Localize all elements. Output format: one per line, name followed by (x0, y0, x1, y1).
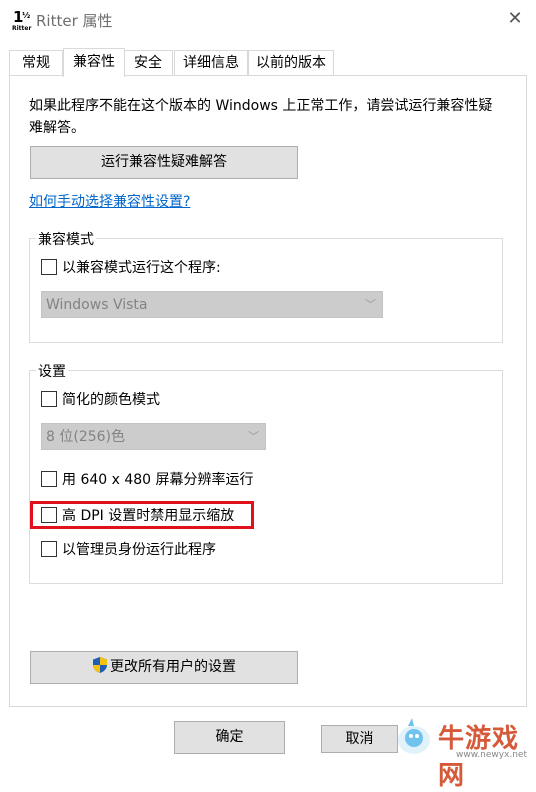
tab-security[interactable]: 安全 (123, 50, 173, 75)
settings-title: 设置 (36, 361, 68, 381)
all-users-label: 更改所有用户的设置 (110, 659, 236, 675)
compat-description: 如果此程序不能在这个版本的 Windows 上正常工作，请尝试运行兼容性疑难解答… (29, 98, 493, 136)
svg-text:Ritter: Ritter (12, 25, 31, 32)
res-640-option[interactable]: 用 640 x 480 屏幕分辨率运行 (41, 471, 254, 489)
run-as-admin-option[interactable]: 以管理员身份运行此程序 (41, 541, 216, 559)
compat-mode-checkbox[interactable] (41, 259, 57, 275)
color-mode-select[interactable]: 8 位(256)色 ﹀ (41, 423, 266, 450)
dpi-scaling-option[interactable]: 高 DPI 设置时禁用显示缩放 (41, 507, 234, 525)
reduced-color-label: 简化的颜色模式 (62, 392, 160, 408)
compat-mode-title: 兼容模式 (36, 229, 96, 249)
color-mode-select-value: 8 位(256)色 (46, 429, 126, 445)
tab-compatibility[interactable]: 兼容性 (63, 48, 125, 77)
run-as-admin-label: 以管理员身份运行此程序 (62, 542, 216, 558)
dpi-scaling-label: 高 DPI 设置时禁用显示缩放 (62, 508, 235, 524)
app-icon: 1 ½ Ritter (12, 8, 34, 32)
res-640-checkbox[interactable] (41, 471, 57, 487)
compat-mode-option[interactable]: 以兼容模式运行这个程序: (41, 259, 221, 277)
res-640-label: 用 640 x 480 屏幕分辨率运行 (62, 472, 254, 488)
ok-button[interactable]: 确定 (174, 721, 285, 754)
svg-text:½: ½ (22, 10, 30, 20)
compat-mode-label: 以兼容模式运行这个程序: (62, 260, 221, 276)
troubleshoot-button[interactable]: 运行兼容性疑难解答 (30, 146, 298, 179)
tab-general[interactable]: 常规 (9, 50, 63, 75)
chevron-down-icon: ﹀ (365, 298, 376, 311)
watermark-url: www.newyx.net (456, 750, 528, 760)
compat-mode-select-value: Windows Vista (46, 297, 148, 313)
manual-settings-link[interactable]: 如何手动选择兼容性设置? (29, 191, 190, 211)
compat-mode-select[interactable]: Windows Vista ﹀ (41, 291, 383, 318)
dpi-scaling-checkbox[interactable] (41, 507, 57, 523)
tab-previous-versions[interactable]: 以前的版本 (248, 50, 334, 75)
all-users-button[interactable]: 更改所有用户的设置 (30, 651, 298, 684)
window-title: Ritter 属性 (36, 12, 113, 30)
run-as-admin-checkbox[interactable] (41, 541, 57, 557)
tab-details[interactable]: 详细信息 (174, 50, 248, 75)
reduced-color-checkbox[interactable] (41, 391, 57, 407)
uac-shield-icon (92, 655, 108, 673)
cancel-button[interactable]: 取消 (321, 725, 398, 753)
close-icon[interactable]: ✕ (504, 8, 526, 30)
reduced-color-option[interactable]: 简化的颜色模式 (41, 391, 160, 409)
chevron-down-icon: ﹀ (248, 430, 259, 443)
